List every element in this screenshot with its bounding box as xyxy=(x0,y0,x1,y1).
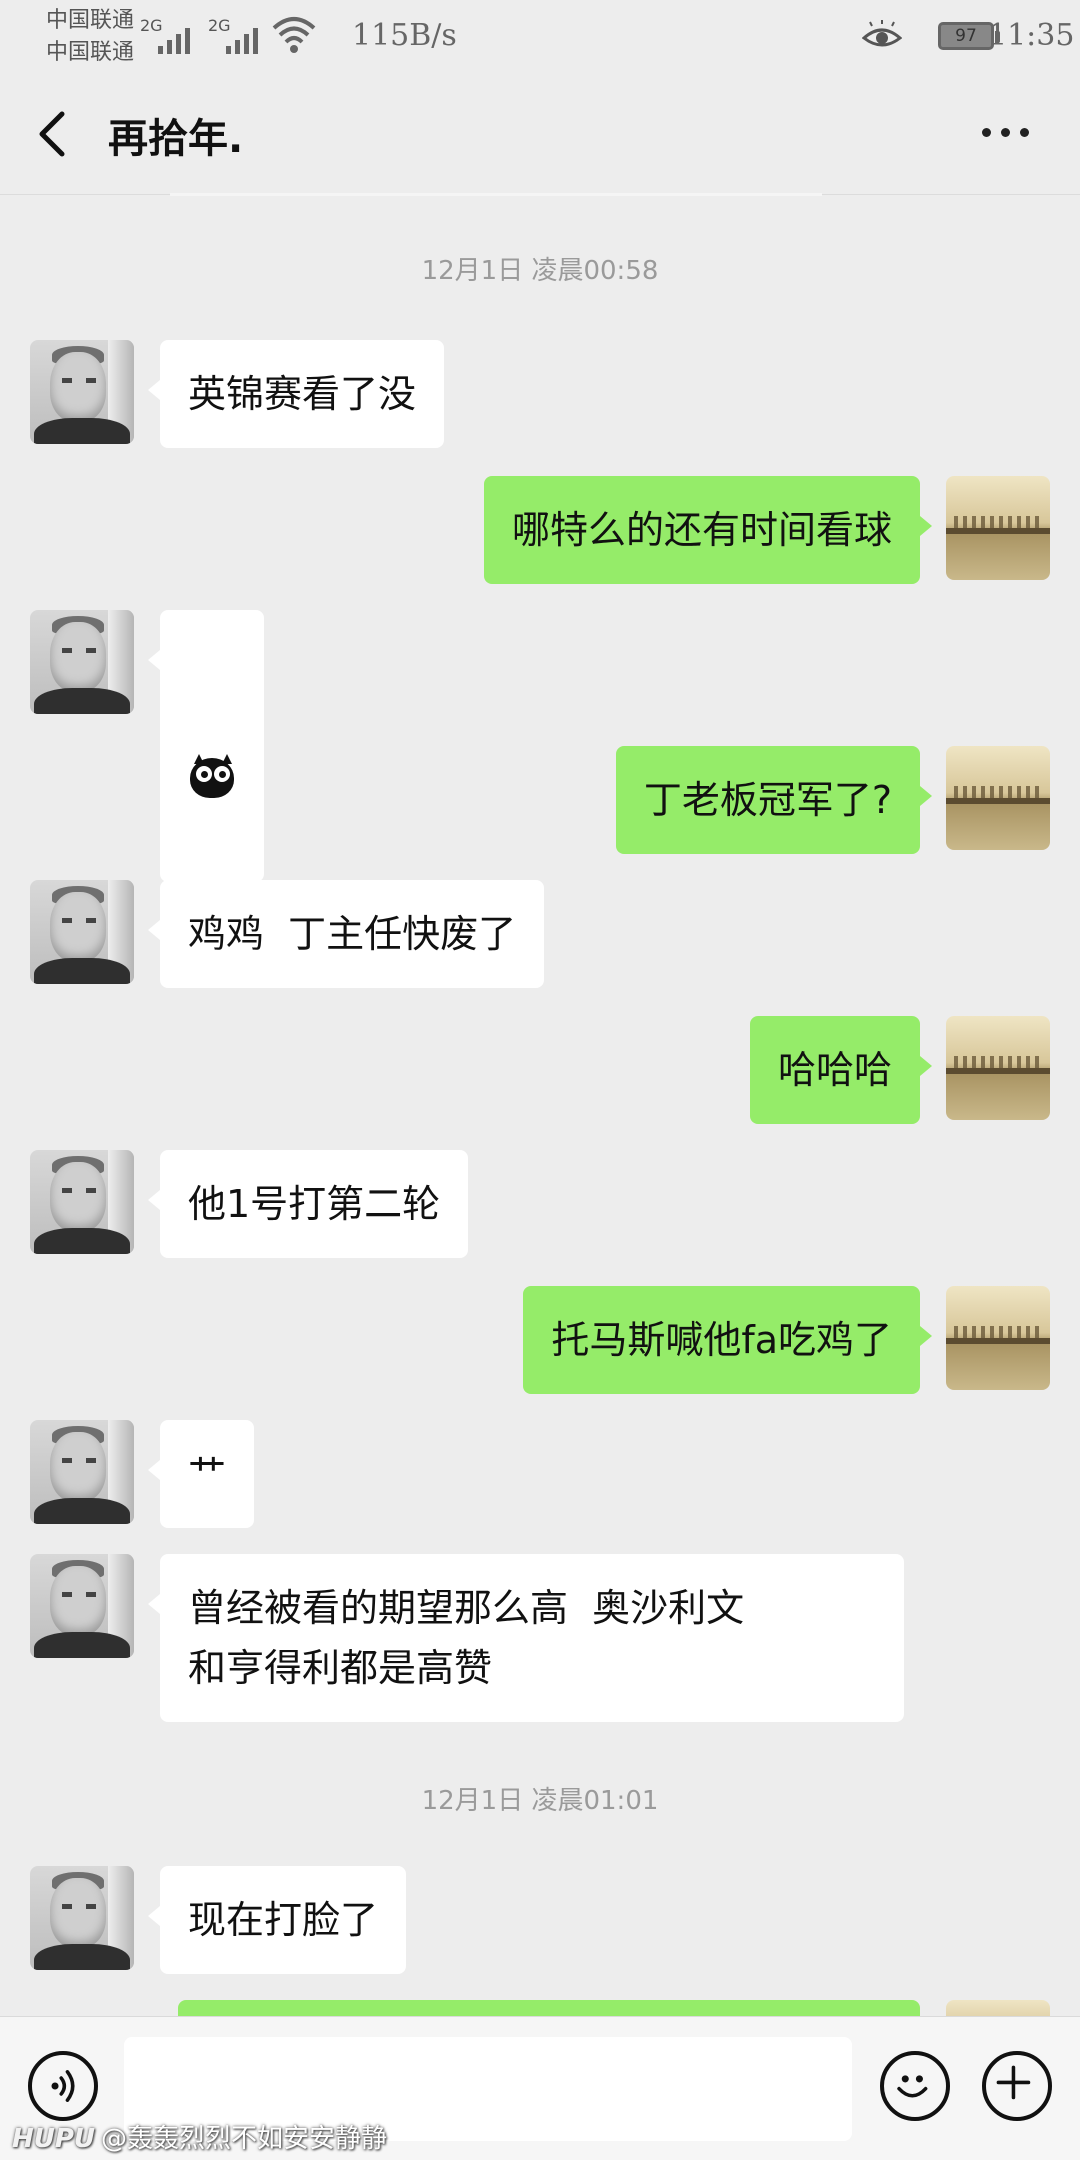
more-options-icon[interactable] xyxy=(982,128,1029,137)
contact-avatar[interactable] xyxy=(30,1866,134,1970)
incoming-message[interactable]: 英锦赛看了没 xyxy=(147,340,445,448)
incoming-message[interactable]: 艹 xyxy=(147,1420,255,1528)
emoji-icon[interactable] xyxy=(880,2051,950,2121)
timestamp: 12月1日 凌晨01:01 xyxy=(421,1786,659,1816)
clock: 11:35 xyxy=(988,18,1075,53)
contact-avatar[interactable] xyxy=(30,1150,134,1254)
watermark: HUPU @轰轰烈烈不如安安静静 xyxy=(12,2118,387,2155)
contact-avatar[interactable] xyxy=(30,340,134,444)
outgoing-message[interactable]: 丁老板冠军了? xyxy=(615,746,933,854)
outgoing-message[interactable]: 哪特么的还有时间看球 xyxy=(483,476,933,584)
timestamp: 12月1日 凌晨00:58 xyxy=(421,256,659,286)
watermark-text: @轰轰烈烈不如安安静静 xyxy=(101,2124,388,2154)
carrier-1-label: 中国联通 xyxy=(46,8,135,33)
sim1-signal-icon: 2G xyxy=(140,16,190,54)
incoming-message[interactable]: 他1号打第二轮 xyxy=(147,1150,469,1258)
plus-icon[interactable] xyxy=(982,2051,1052,2121)
my-avatar[interactable] xyxy=(946,1016,1050,1120)
owl-sticker-icon xyxy=(188,754,236,798)
contact-avatar[interactable] xyxy=(30,610,134,714)
battery-icon: 97 xyxy=(938,22,1000,50)
back-chevron-icon[interactable] xyxy=(32,104,72,164)
chat-title: 再拾年. xyxy=(108,116,244,162)
contact-avatar[interactable] xyxy=(30,880,134,984)
sim2-signal-icon: 2G xyxy=(208,16,258,54)
contact-avatar[interactable] xyxy=(30,1554,134,1658)
my-avatar[interactable] xyxy=(946,1286,1050,1390)
status-bar: 中国联通 中国联通 2G 2G 115B/s 97 11:35 xyxy=(0,0,1080,76)
carrier-2-label: 中国联通 xyxy=(46,40,135,65)
incoming-message[interactable]: 曾经被看的期望那么高 奥沙利文 和亨得利都是高赞 xyxy=(148,1554,904,1722)
outgoing-message[interactable]: 托马斯喊他fa吃鸡了 xyxy=(523,1286,932,1394)
chat-header: 再拾年. xyxy=(0,76,1080,196)
incoming-message[interactable]: 现在打脸了 xyxy=(147,1866,407,1974)
my-avatar[interactable] xyxy=(946,476,1050,580)
incoming-message[interactable]: 鸡鸡 丁主任快废了 xyxy=(147,880,545,988)
my-avatar[interactable] xyxy=(946,746,1050,850)
incoming-sticker-message[interactable] xyxy=(148,610,264,882)
header-divider-accent xyxy=(170,193,822,196)
watermark-brand: HUPU xyxy=(12,2124,96,2154)
battery-level: 97 xyxy=(955,26,977,46)
eye-comfort-icon xyxy=(862,20,902,47)
contact-avatar[interactable] xyxy=(30,1420,134,1524)
voice-icon[interactable] xyxy=(28,2051,98,2121)
outgoing-message[interactable]: 哈哈哈 xyxy=(749,1016,933,1124)
wifi-icon xyxy=(272,17,316,53)
net-speed: 115B/s xyxy=(352,18,457,53)
